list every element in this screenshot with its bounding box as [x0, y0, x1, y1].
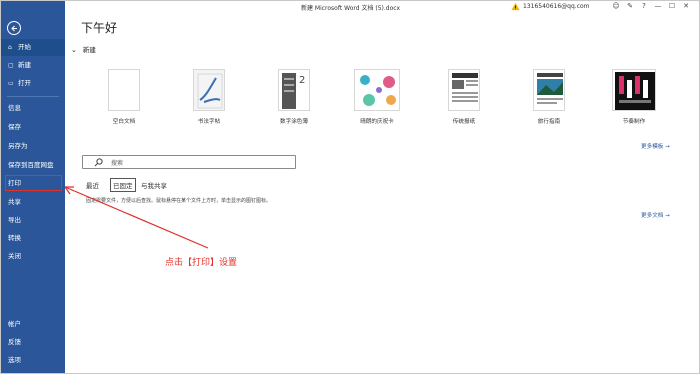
- annotation-text: 点击【打印】设置: [165, 258, 238, 268]
- word-backstage-window: { "titlebar": { "document_title": "新建 Mi…: [0, 0, 700, 374]
- annotation-arrow: [64, 186, 209, 249]
